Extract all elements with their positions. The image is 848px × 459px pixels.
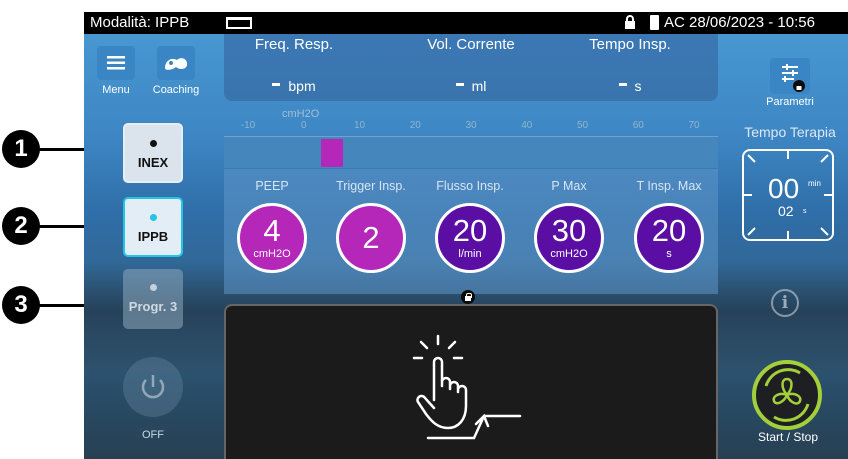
peep-label: PEEP bbox=[255, 179, 289, 193]
callout-number: 2 bbox=[2, 207, 40, 245]
pressure-tick-label: 20 bbox=[409, 120, 421, 131]
peep-unit: cmH2O bbox=[253, 248, 291, 260]
value-placeholder bbox=[272, 82, 281, 86]
pressure-tick-label: 0 bbox=[300, 120, 307, 131]
pressure-unit-label: cmH2O bbox=[282, 108, 320, 120]
device-screen: Modalità: IPPB AC 28/06/2023 - 10:56 Men… bbox=[84, 12, 848, 459]
flusso-insp-unit: l/min bbox=[458, 248, 482, 260]
battery-icon bbox=[650, 15, 659, 30]
value-placeholder bbox=[618, 82, 627, 86]
callout-number: 3 bbox=[2, 286, 40, 324]
coaching-icon bbox=[157, 46, 195, 80]
trigger-insp-label: Trigger Insp. bbox=[336, 179, 406, 193]
p-max-dial[interactable]: 30 cmH2O bbox=[534, 203, 604, 273]
pressure-tick-label: 60 bbox=[632, 120, 644, 131]
vol-corrente-value: ml bbox=[401, 78, 541, 94]
menu-button[interactable]: Menu bbox=[92, 46, 140, 96]
mode-label-progr3: Progr. 3 bbox=[128, 299, 178, 314]
p-max-unit: cmH2O bbox=[550, 248, 588, 260]
pressure-tick-label: 30 bbox=[465, 120, 477, 131]
tempo-insp-unit: s bbox=[634, 78, 642, 94]
timer-seconds: 02 bbox=[778, 203, 794, 219]
fan-icon bbox=[764, 368, 810, 422]
value-placeholder bbox=[455, 82, 464, 86]
pressure-tick-label: 40 bbox=[521, 120, 533, 131]
parametri-label: Parametri bbox=[766, 96, 814, 108]
t-insp-max-dial[interactable]: 20 s bbox=[634, 203, 704, 273]
mode-button-inex[interactable]: INEX bbox=[123, 123, 183, 183]
touch-gesture-icon bbox=[412, 334, 522, 440]
freq-resp-value: bpm bbox=[224, 78, 364, 94]
freq-resp-readout: Freq. Resp. bpm bbox=[224, 36, 364, 94]
t-insp-max-label: T Insp. Max bbox=[636, 179, 702, 193]
p-max-setting[interactable]: P Max 30 cmH2O bbox=[519, 179, 619, 273]
settings-lock-icon bbox=[461, 290, 475, 304]
vol-corrente-unit: ml bbox=[471, 78, 487, 94]
power-icon bbox=[141, 375, 165, 399]
menu-icon bbox=[97, 46, 135, 80]
power-off-button[interactable] bbox=[123, 357, 183, 417]
parametri-button[interactable] bbox=[770, 58, 810, 94]
t-insp-max-value: 20 bbox=[651, 213, 687, 248]
coaching-button[interactable]: Coaching bbox=[146, 46, 206, 96]
callout-number: 1 bbox=[2, 130, 40, 168]
pressure-scale-ticks: -10 0 10 20 30 40 50 60 70 bbox=[224, 120, 718, 136]
trigger-insp-setting[interactable]: Trigger Insp. 2 bbox=[321, 179, 421, 273]
pressure-indicator bbox=[320, 139, 343, 167]
trigger-insp-value: 2 bbox=[362, 220, 380, 255]
flusso-insp-label: Flusso Insp. bbox=[436, 179, 504, 193]
mode-status-dot bbox=[149, 214, 157, 221]
peep-value: 4 bbox=[263, 213, 281, 248]
pressure-tick-label: 50 bbox=[576, 120, 589, 131]
usb-connection-icon bbox=[226, 17, 252, 29]
flusso-insp-setting[interactable]: Flusso Insp. 20 l/min bbox=[420, 179, 520, 273]
timer-minutes-unit: min bbox=[808, 179, 821, 188]
mode-status-dot bbox=[149, 284, 157, 291]
off-label: OFF bbox=[142, 429, 164, 441]
ac-datetime: AC 28/06/2023 - 10:56 bbox=[664, 14, 815, 31]
vol-corrente-label: Vol. Corrente bbox=[427, 36, 515, 53]
pressure-tick-label: -10 bbox=[240, 120, 256, 131]
start-stop-button[interactable] bbox=[752, 360, 822, 430]
timer-seconds-unit: s bbox=[803, 208, 807, 215]
timer-minutes: 00 bbox=[768, 173, 800, 204]
freq-resp-label: Freq. Resp. bbox=[254, 36, 334, 53]
t-insp-max-setting[interactable]: T Insp. Max 20 s bbox=[619, 179, 719, 273]
tempo-insp-value: s bbox=[560, 78, 700, 94]
therapy-time-label: Tempo Terapia bbox=[744, 124, 836, 140]
p-max-label: P Max bbox=[551, 179, 587, 193]
mode-button-ippb[interactable]: IPPB bbox=[123, 197, 183, 257]
mode-label-inex: INEX bbox=[137, 155, 169, 170]
peep-dial[interactable]: 4 cmH2O bbox=[237, 203, 307, 273]
menu-label: Menu bbox=[102, 84, 130, 96]
mode-label-ippb: IPPB bbox=[137, 229, 169, 244]
tempo-insp-label: Tempo Insp. bbox=[589, 36, 671, 53]
mode-button-progr3[interactable]: Progr. 3 bbox=[123, 269, 183, 329]
vol-corrente-readout: Vol. Corrente ml bbox=[401, 36, 541, 94]
touch-trigger-panel[interactable] bbox=[224, 304, 718, 459]
pressure-tick-label: 70 bbox=[688, 120, 700, 131]
info-icon[interactable]: i bbox=[771, 289, 799, 317]
settings-panel: PEEP 4 cmH2O Trigger Insp. 2 Flusso Insp… bbox=[224, 169, 718, 294]
t-insp-max-unit: s bbox=[666, 248, 672, 260]
mode-status-dot bbox=[149, 140, 157, 147]
start-stop-label: Start / Stop bbox=[757, 430, 819, 444]
tempo-insp-readout: Tempo Insp. s bbox=[560, 36, 700, 94]
flusso-insp-dial[interactable]: 20 l/min bbox=[435, 203, 505, 273]
measurement-panel: Freq. Resp. bpm Vol. Corrente ml Tempo I… bbox=[224, 34, 718, 101]
coaching-label: Coaching bbox=[152, 84, 200, 96]
trigger-insp-dial[interactable]: 2 bbox=[336, 203, 406, 273]
pressure-tick-label: 10 bbox=[353, 120, 366, 131]
p-max-value: 30 bbox=[551, 213, 587, 248]
freq-resp-unit: bpm bbox=[288, 78, 316, 94]
sliders-icon bbox=[782, 64, 805, 92]
peep-setting[interactable]: PEEP 4 cmH2O bbox=[222, 179, 322, 273]
pressure-bar bbox=[224, 136, 718, 168]
status-bar: Modalità: IPPB AC 28/06/2023 - 10:56 bbox=[84, 12, 848, 34]
flusso-insp-value: 20 bbox=[452, 213, 488, 248]
lock-icon bbox=[625, 15, 635, 29]
mode-indicator: Modalità: IPPB bbox=[90, 14, 190, 31]
therapy-timer: 00 min 02 s bbox=[742, 149, 834, 241]
